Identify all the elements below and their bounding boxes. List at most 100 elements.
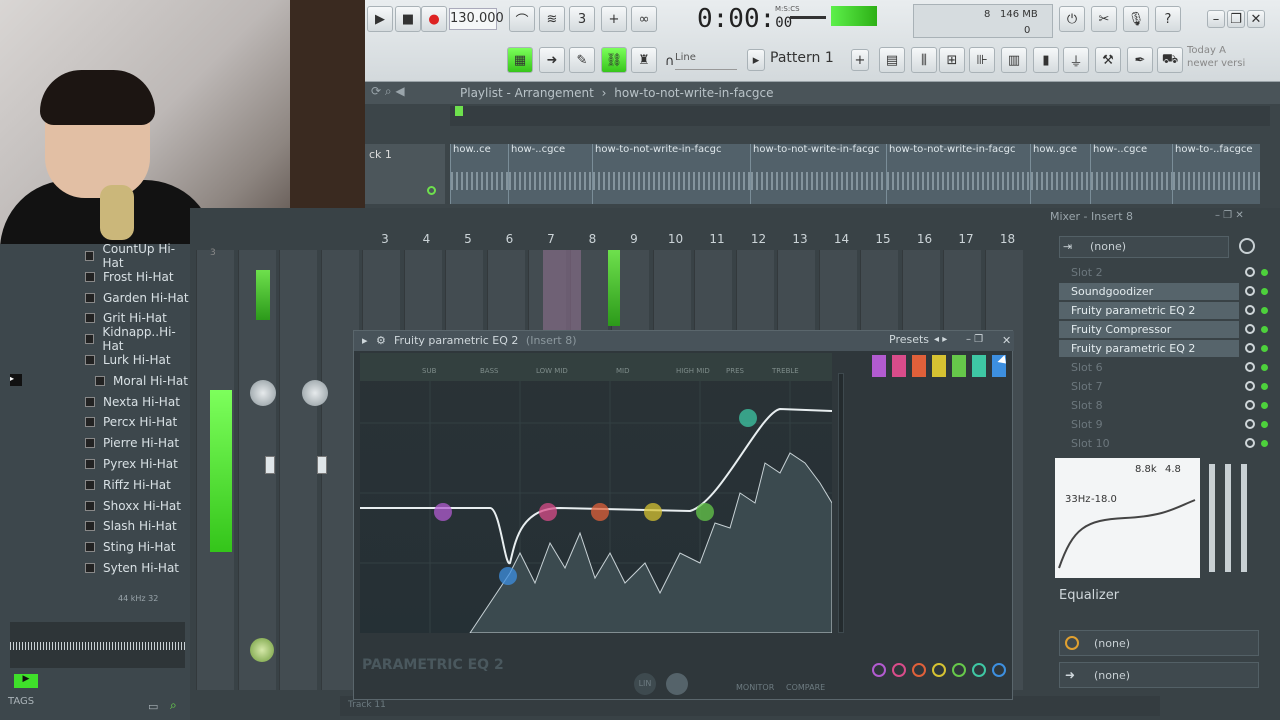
band-knob[interactable]: [932, 663, 946, 677]
master-volume-fader[interactable]: [265, 456, 275, 474]
add-pattern-button[interactable]: +: [851, 49, 869, 71]
insert-number[interactable]: 11: [707, 232, 727, 246]
audio-clip[interactable]: how-..cgce: [508, 144, 592, 204]
browser-item[interactable]: Sting Hi-Hat: [85, 537, 175, 557]
band-knob[interactable]: [952, 663, 966, 677]
effect-slot[interactable]: Slot 10: [1059, 435, 1239, 452]
insert-number[interactable]: 18: [998, 232, 1018, 246]
slot-mix-knob[interactable]: [1245, 286, 1255, 296]
slot-mix-knob[interactable]: [1245, 438, 1255, 448]
insert-number[interactable]: 13: [790, 232, 810, 246]
close-icon[interactable]: ✕: [1247, 10, 1265, 28]
preview-play-icon[interactable]: ▶: [14, 674, 38, 688]
metronome-icon[interactable]: ⌒: [509, 6, 535, 32]
update-hint[interactable]: Today A newer versi: [1187, 44, 1267, 78]
audio-clip-lane[interactable]: how..ce how-..cgce how-to-not-write-in-fac…: [450, 144, 1260, 204]
loop-record-icon[interactable]: ∞: [631, 6, 657, 32]
band-knob[interactable]: [892, 663, 906, 677]
insert-number[interactable]: 12: [749, 232, 769, 246]
hq-button[interactable]: [666, 673, 688, 695]
monitor-label[interactable]: MONITOR: [736, 683, 774, 692]
effect-slot[interactable]: Fruity Compressor: [1059, 321, 1239, 338]
countdown-icon[interactable]: 3: [569, 6, 595, 32]
effect-slot[interactable]: Slot 9: [1059, 416, 1239, 433]
playlist-snap-icon[interactable]: ▦: [507, 47, 533, 73]
tempo-field[interactable]: 130.000: [449, 8, 504, 30]
effect-slot[interactable]: Slot 7: [1059, 378, 1239, 395]
insert-number[interactable]: 14: [832, 232, 852, 246]
band-color-swatch[interactable]: [972, 355, 986, 377]
slot-enable-led[interactable]: [1261, 269, 1268, 276]
mixer-strip[interactable]: [279, 250, 317, 690]
browser-item[interactable]: Percx Hi-Hat: [85, 412, 177, 432]
browser-item[interactable]: Shoxx Hi-Hat: [85, 496, 181, 516]
online-icon[interactable]: ⏻: [1059, 6, 1085, 32]
wait-record-icon[interactable]: ≋: [539, 6, 565, 32]
restore-icon[interactable]: ❐: [1227, 10, 1245, 28]
effect-slot[interactable]: Slot 6: [1059, 359, 1239, 376]
browser-item[interactable]: Nexta Hi-Hat: [85, 392, 180, 412]
link-icon[interactable]: ⛓: [601, 47, 627, 73]
audio-clip[interactable]: how-to-not-write-in-facgc: [592, 144, 750, 204]
preset-nav-icon[interactable]: ◂ ▸: [934, 334, 947, 345]
track-header[interactable]: ck 1: [365, 144, 445, 204]
wrench-icon[interactable]: ⚒: [1095, 47, 1121, 73]
slot-enable-led[interactable]: [1261, 364, 1268, 371]
band-color-swatch[interactable]: [872, 355, 886, 377]
route-select-1[interactable]: (none): [1059, 630, 1259, 656]
insert-number[interactable]: 5: [458, 232, 478, 246]
band-knob[interactable]: [972, 663, 986, 677]
slot-enable-led[interactable]: [1261, 326, 1268, 333]
plugin-icon[interactable]: ⏚: [1063, 47, 1089, 73]
lin-button[interactable]: LIN: [634, 673, 656, 695]
effect-slot[interactable]: Fruity parametric EQ 2: [1059, 340, 1239, 357]
slot-enable-led[interactable]: [1261, 440, 1268, 447]
piano-roll-icon[interactable]: ⊞: [939, 47, 965, 73]
browser-item[interactable]: Pyrex Hi-Hat: [85, 454, 178, 474]
eq-band-node[interactable]: [739, 409, 757, 427]
slot-enable-led[interactable]: [1261, 383, 1268, 390]
browser-item[interactable]: Slash Hi-Hat: [85, 516, 177, 536]
eq-master-slider[interactable]: [838, 373, 844, 633]
play-button[interactable]: ▶: [367, 6, 393, 32]
slot-mix-knob[interactable]: [1245, 419, 1255, 429]
pattern-selector[interactable]: Pattern 1: [770, 50, 860, 72]
slot-mix-knob[interactable]: [1245, 400, 1255, 410]
sample-preview-waveform[interactable]: [10, 622, 185, 668]
stamp-icon[interactable]: ♜: [631, 47, 657, 73]
browser-item[interactable]: Garden Hi-Hat: [85, 288, 189, 308]
effect-slot[interactable]: Slot 8: [1059, 397, 1239, 414]
effect-slot[interactable]: Fruity parametric EQ 2: [1059, 302, 1239, 319]
playhead-marker[interactable]: [455, 106, 463, 116]
browser-window-icon[interactable]: ▥: [1001, 47, 1027, 73]
route-select-2[interactable]: (none): [1059, 662, 1259, 688]
eq-band-node[interactable]: [644, 503, 662, 521]
dropper-icon[interactable]: ✒: [1127, 47, 1153, 73]
slot-enable-led[interactable]: [1261, 307, 1268, 314]
eq-graph[interactable]: [360, 353, 833, 634]
insert-number[interactable]: 4: [417, 232, 437, 246]
browser-item[interactable]: Riffz Hi-Hat: [85, 475, 171, 495]
slot-mix-knob[interactable]: [1245, 305, 1255, 315]
tags-bar[interactable]: TAGS: [8, 696, 188, 714]
eq-band-node[interactable]: [434, 503, 452, 521]
slot-enable-led[interactable]: [1261, 421, 1268, 428]
project-icon[interactable]: ▮: [1033, 47, 1059, 73]
eq-sliders[interactable]: [1205, 464, 1261, 574]
playlist-zoom-icons[interactable]: ⟳ ⌕ ◀: [371, 84, 431, 102]
audio-clip[interactable]: how-to-not-write-in-facgc: [750, 144, 886, 204]
record-button[interactable]: ●: [421, 6, 447, 32]
band-color-swatch[interactable]: [912, 355, 926, 377]
channel-rack-icon[interactable]: ⫼: [911, 47, 937, 73]
band-knob[interactable]: [872, 663, 886, 677]
minimize-icon[interactable]: –: [1207, 10, 1225, 28]
gear-icon[interactable]: ⚙: [376, 334, 386, 347]
insert-number[interactable]: 15: [873, 232, 893, 246]
stop-button[interactable]: ■: [395, 6, 421, 32]
slot-enable-led[interactable]: [1261, 345, 1268, 352]
slot-enable-led[interactable]: [1261, 402, 1268, 409]
insert-number[interactable]: 16: [915, 232, 935, 246]
slot-enable-led[interactable]: [1261, 288, 1268, 295]
arrow-icon[interactable]: ➜: [539, 47, 565, 73]
help-icon[interactable]: ?: [1155, 6, 1181, 32]
